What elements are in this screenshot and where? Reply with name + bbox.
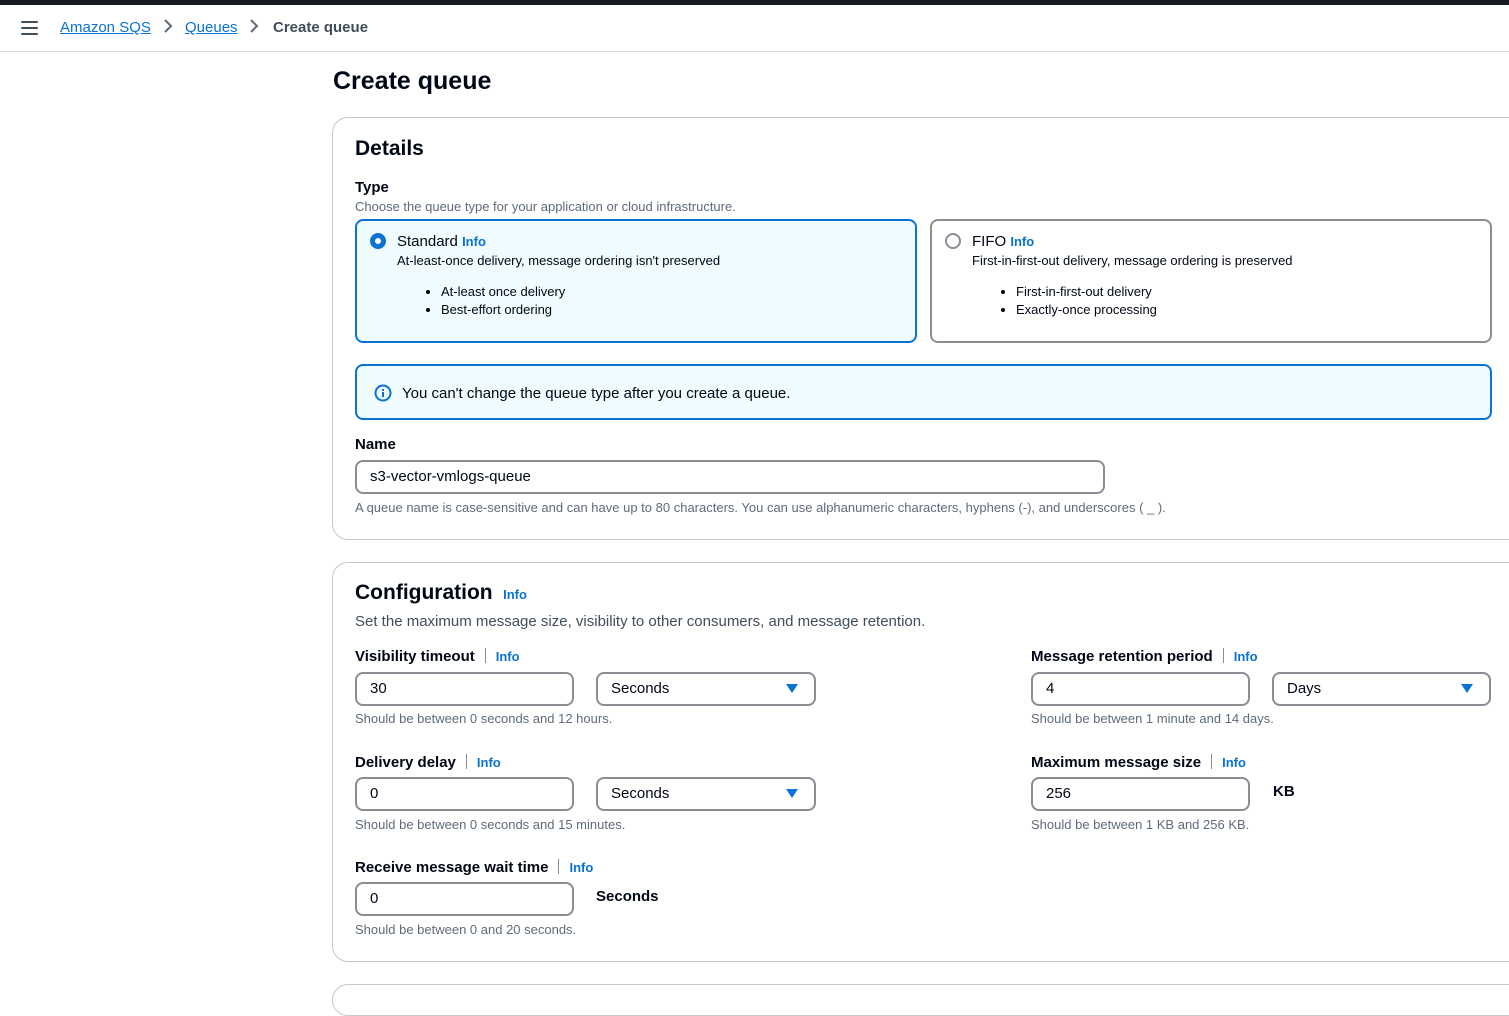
select-value: Days: [1287, 680, 1322, 697]
standard-info-link[interactable]: Info: [462, 234, 486, 249]
breadcrumb-current: Create queue: [273, 19, 369, 36]
receive-wait-info-link[interactable]: Info: [569, 860, 593, 875]
label-divider: [1211, 754, 1213, 769]
max-size-label: Maximum message size: [1031, 754, 1202, 771]
receive-wait-label-row: Receive message wait time Info: [355, 859, 593, 877]
details-panel: Details Type Choose the queue type for y…: [332, 117, 1509, 540]
queue-type-alert: You can't change the queue type after yo…: [355, 364, 1492, 420]
retention-label-row: Message retention period Info: [1031, 648, 1258, 666]
retention-label: Message retention period: [1031, 648, 1213, 665]
max-size-label-row: Maximum message size Info: [1031, 754, 1246, 772]
next-panel-edge: [332, 984, 1509, 1016]
visibility-timeout-info-link[interactable]: Info: [496, 649, 520, 664]
retention-unit-select[interactable]: Days: [1272, 672, 1491, 706]
fifo-bullets: First-in-first-out delivery Exactly-once…: [972, 283, 1157, 319]
fifo-title: FIFO: [972, 233, 1007, 250]
caret-down-icon: [1461, 684, 1473, 693]
visibility-timeout-label-row: Visibility timeout Info: [355, 648, 520, 666]
receive-wait-input[interactable]: 0: [355, 882, 574, 916]
alert-text: You can't change the queue type after yo…: [402, 385, 791, 402]
type-label: Type: [355, 179, 389, 196]
fifo-radio[interactable]: [945, 233, 961, 249]
configuration-info-link[interactable]: Info: [503, 587, 527, 602]
list-item: Exactly-once processing: [1016, 301, 1157, 319]
delivery-delay-label-row: Delivery delay Info: [355, 754, 501, 772]
details-heading: Details: [355, 137, 424, 160]
standard-title: Standard: [397, 233, 458, 250]
label-divider: [465, 754, 467, 769]
configuration-description: Set the maximum message size, visibility…: [355, 613, 926, 630]
max-size-unit: KB: [1273, 783, 1295, 800]
max-size-hint: Should be between 1 KB and 256 KB.: [1031, 817, 1250, 832]
configuration-heading: Configuration: [355, 581, 493, 604]
standard-bullets: At-least once delivery Best-effort order…: [397, 283, 565, 319]
queue-name-input[interactable]: s3-vector-vmlogs-queue: [355, 460, 1105, 494]
list-item: Best-effort ordering: [441, 301, 565, 319]
caret-down-icon: [786, 684, 798, 693]
delivery-delay-label: Delivery delay: [355, 754, 456, 771]
select-value: Seconds: [611, 785, 670, 802]
standard-queue-tile[interactable]: Standard Info At-least-once delivery, me…: [355, 219, 917, 343]
page-title: Create queue: [333, 67, 492, 95]
delivery-delay-input[interactable]: 0: [355, 777, 574, 811]
caret-down-icon: [786, 789, 798, 798]
retention-info-link[interactable]: Info: [1234, 649, 1258, 664]
max-size-info-link[interactable]: Info: [1222, 755, 1246, 770]
info-circle-icon: [374, 384, 392, 407]
list-item: At-least once delivery: [441, 283, 565, 301]
name-label: Name: [355, 436, 396, 453]
delivery-delay-info-link[interactable]: Info: [477, 755, 501, 770]
type-description: Choose the queue type for your applicati…: [355, 199, 736, 214]
breadcrumb-queues[interactable]: Queues: [185, 19, 238, 36]
retention-input[interactable]: 4: [1031, 672, 1250, 706]
chevron-right-icon: [163, 18, 173, 34]
receive-wait-hint: Should be between 0 and 20 seconds.: [355, 922, 577, 937]
fifo-title-row: FIFO Info: [972, 233, 1034, 250]
chevron-right-icon: [249, 18, 259, 34]
select-value: Seconds: [611, 680, 670, 697]
max-size-input[interactable]: 256: [1031, 777, 1250, 811]
receive-wait-unit: Seconds: [596, 888, 659, 905]
fifo-info-link[interactable]: Info: [1010, 234, 1034, 249]
configuration-heading-row: Configuration Info: [355, 581, 527, 605]
visibility-timeout-unit-select[interactable]: Seconds: [596, 672, 816, 706]
visibility-timeout-input[interactable]: 30: [355, 672, 574, 706]
fifo-description: First-in-first-out delivery, message ord…: [972, 253, 1293, 268]
retention-hint: Should be between 1 minute and 14 days.: [1031, 711, 1274, 726]
delivery-delay-unit-select[interactable]: Seconds: [596, 777, 816, 811]
visibility-timeout-hint: Should be between 0 seconds and 12 hours…: [355, 711, 613, 726]
name-hint: A queue name is case-sensitive and can h…: [355, 500, 1166, 515]
list-item: First-in-first-out delivery: [1016, 283, 1157, 301]
breadcrumb-amazon-sqs[interactable]: Amazon SQS: [60, 19, 151, 36]
label-divider: [558, 859, 560, 874]
breadcrumb: Amazon SQS Queues Create queue: [0, 5, 1509, 52]
label-divider: [484, 648, 486, 663]
standard-title-row: Standard Info: [397, 233, 486, 250]
fifo-queue-tile[interactable]: FIFO Info First-in-first-out delivery, m…: [930, 219, 1492, 343]
label-divider: [1222, 648, 1224, 663]
hamburger-menu-icon[interactable]: [21, 21, 38, 35]
standard-description: At-least-once delivery, message ordering…: [397, 253, 721, 268]
receive-wait-label: Receive message wait time: [355, 859, 549, 876]
delivery-delay-hint: Should be between 0 seconds and 15 minut…: [355, 817, 626, 832]
standard-radio[interactable]: [370, 233, 386, 249]
visibility-timeout-label: Visibility timeout: [355, 648, 475, 665]
configuration-panel: Configuration Info Set the maximum messa…: [332, 562, 1509, 962]
